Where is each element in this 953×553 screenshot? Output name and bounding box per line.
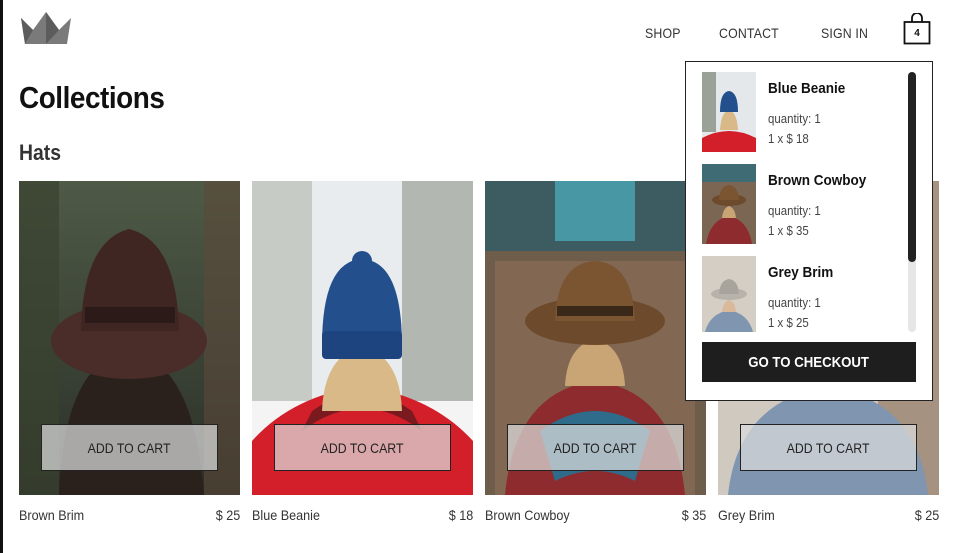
add-to-cart-button[interactable]: ADD TO CART: [41, 424, 218, 471]
product-price: $ 25: [215, 507, 240, 523]
cart-item-image: [702, 72, 756, 152]
product-name: Blue Beanie: [252, 507, 320, 523]
add-to-cart-button[interactable]: ADD TO CART: [507, 424, 684, 471]
cart-item-quantity: quantity: 1: [768, 203, 821, 218]
add-to-cart-button[interactable]: ADD TO CART: [740, 424, 917, 471]
product-card: ADD TO CART Brown Cowboy $ 35: [485, 181, 706, 523]
cart-item-line-total: 1 x $ 35: [768, 223, 809, 238]
product-price: $ 35: [681, 507, 706, 523]
product-image-brown-cowboy: ADD TO CART: [485, 181, 706, 495]
cart-item-name: Grey Brim: [768, 264, 834, 281]
shopping-bag-icon[interactable]: 4: [903, 13, 931, 45]
cart-scrollbar-thumb[interactable]: [908, 72, 916, 262]
nav-contact-link[interactable]: CONTACT: [719, 25, 779, 41]
cart-item-name: Blue Beanie: [768, 80, 846, 97]
main-nav: SHOP CONTACT SIGN IN 4: [645, 13, 931, 45]
cart-dropdown: Blue Beanie quantity: 1 1 x $ 18 Brown C…: [685, 61, 933, 401]
cart-item: Grey Brim quantity: 1 1 x $ 25: [702, 256, 902, 332]
product-card: ADD TO CART Brown Brim $ 25: [19, 181, 240, 523]
product-name: Grey Brim: [718, 507, 775, 523]
cart-item-quantity: quantity: 1: [768, 295, 821, 310]
cart-count-badge: 4: [914, 28, 920, 39]
section-title-hats[interactable]: Hats: [19, 140, 61, 166]
cart-item-name: Brown Cowboy: [768, 172, 867, 189]
page-title: Collections: [19, 80, 165, 115]
product-image-brown-brim: ADD TO CART: [19, 181, 240, 495]
cart-item-quantity: quantity: 1: [768, 111, 821, 126]
cart-item-line-total: 1 x $ 25: [768, 315, 809, 330]
go-to-checkout-button[interactable]: GO TO CHECKOUT: [702, 342, 916, 382]
product-price: $ 25: [914, 507, 939, 523]
cart-item: Blue Beanie quantity: 1 1 x $ 18: [702, 72, 902, 164]
cart-item: Brown Cowboy quantity: 1 1 x $ 35: [702, 164, 902, 256]
product-name: Brown Brim: [19, 507, 85, 523]
add-to-cart-button[interactable]: ADD TO CART: [274, 424, 451, 471]
cart-item-image: [702, 256, 756, 332]
cart-item-line-total: 1 x $ 18: [768, 131, 809, 146]
nav-sign-in-link[interactable]: SIGN IN: [821, 25, 868, 41]
product-price: $ 18: [448, 507, 473, 523]
product-image-blue-beanie: ADD TO CART: [252, 181, 473, 495]
cart-scrollbar[interactable]: [908, 72, 916, 332]
nav-shop-link[interactable]: SHOP: [645, 25, 681, 41]
cart-item-image: [702, 164, 756, 244]
product-card: ADD TO CART Blue Beanie $ 18: [252, 181, 473, 523]
product-name: Brown Cowboy: [485, 507, 570, 523]
cart-items-list[interactable]: Blue Beanie quantity: 1 1 x $ 18 Brown C…: [702, 72, 902, 332]
crown-logo-icon[interactable]: [19, 8, 73, 48]
